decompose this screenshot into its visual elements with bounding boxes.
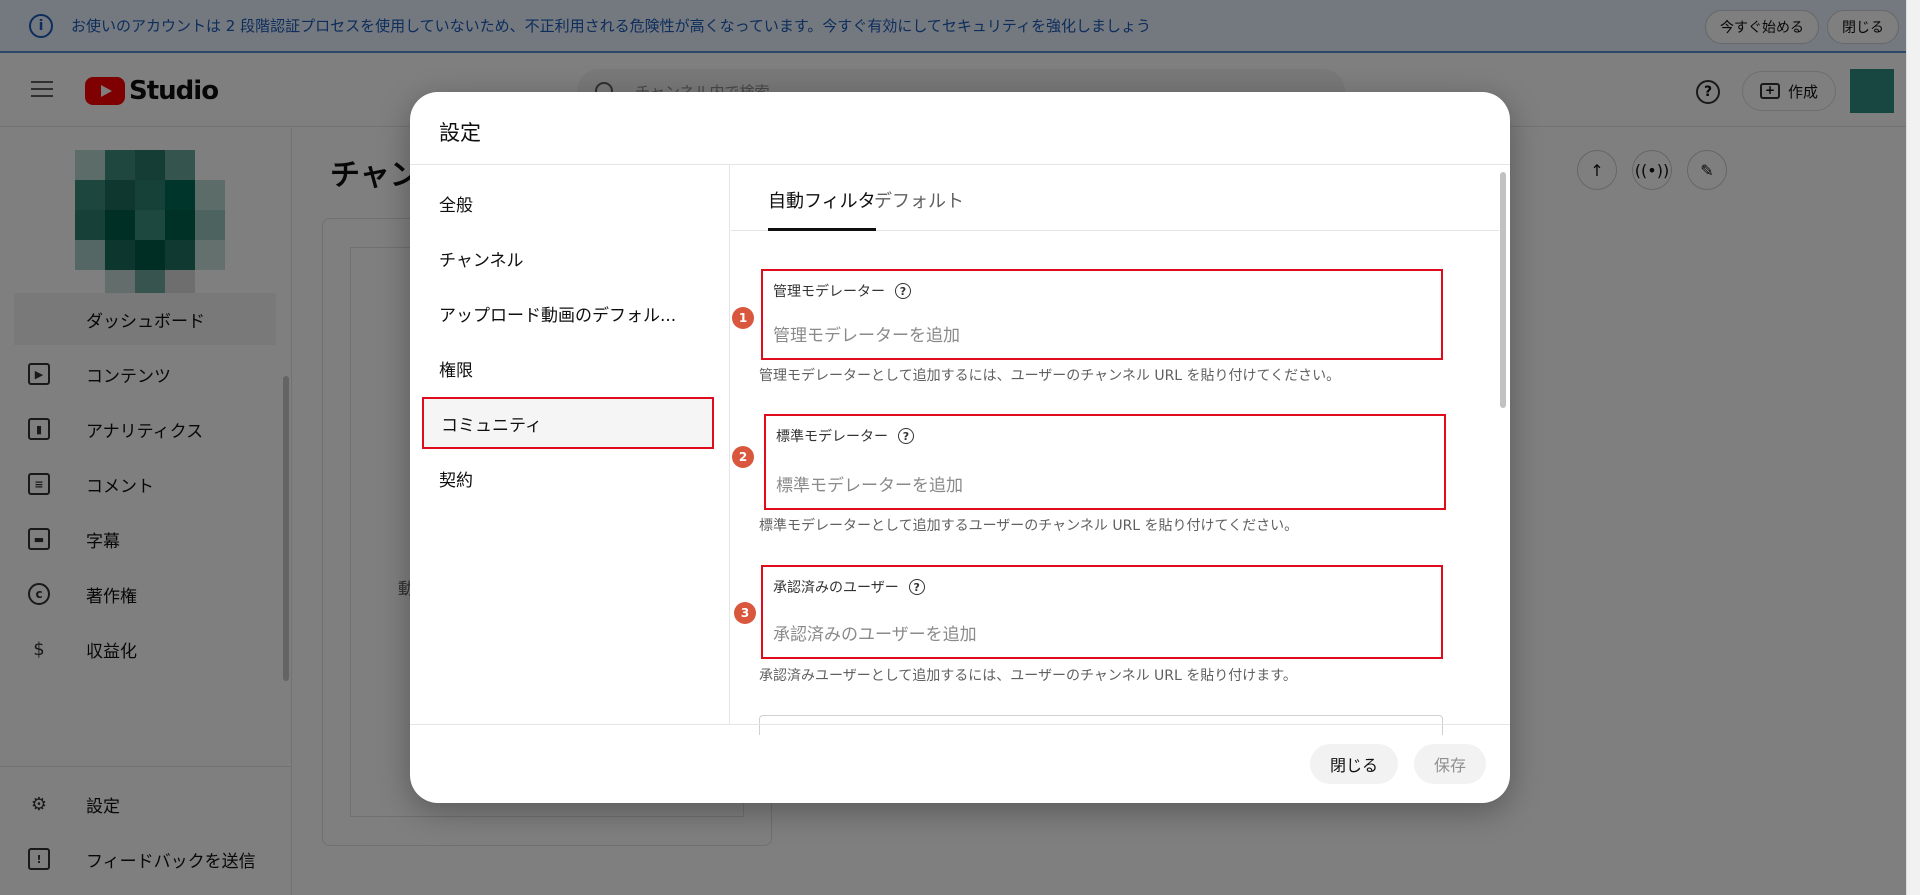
community-tabs: 自動フィルタ デフォルト [731, 165, 1499, 231]
help-icon[interactable]: ? [895, 283, 911, 299]
close-button[interactable]: 閉じる [1310, 744, 1399, 784]
next-field[interactable] [759, 715, 1443, 735]
settings-nav-upload-defaults[interactable]: アップロード動画のデフォル... [422, 287, 714, 339]
dialog-footer-divider [410, 724, 1510, 725]
standard-moderators-input[interactable] [776, 476, 1416, 496]
managing-moderators-hint: 管理モデレーターとして追加するには、ユーザーのチャンネル URL を貼り付けてく… [759, 368, 1341, 384]
dialog-scrollbar[interactable] [1500, 172, 1506, 408]
page-scrollbar[interactable] [1906, 0, 1920, 895]
managing-moderators-label: 管理モデレーター [773, 284, 885, 300]
settings-nav-community[interactable]: コミュニティ [422, 397, 714, 449]
settings-nav-general[interactable]: 全般 [422, 177, 714, 229]
step-badge-2: 2 [732, 446, 754, 468]
tab-defaults[interactable]: デフォルト [874, 187, 964, 231]
standard-moderators-field[interactable]: 標準モデレーター ? [764, 414, 1446, 510]
standard-moderators-label: 標準モデレーター [776, 429, 888, 445]
dialog-title: 設定 [439, 121, 481, 145]
managing-moderators-field[interactable]: 管理モデレーター ? [761, 269, 1443, 360]
approved-users-input[interactable] [773, 625, 1413, 645]
settings-nav: 全般 チャンネル アップロード動画のデフォル... 権限 コミュニティ 契約 [410, 165, 730, 725]
settings-dialog: 設定 全般 チャンネル アップロード動画のデフォル... 権限 コミュニティ 契… [410, 92, 1510, 803]
step-badge-3: 3 [734, 602, 756, 624]
settings-nav-channel[interactable]: チャンネル [422, 232, 714, 284]
approved-users-hint: 承認済みユーザーとして追加するには、ユーザーのチャンネル URL を貼り付けます… [759, 668, 1297, 684]
tab-automated-filters[interactable]: 自動フィルタ [768, 187, 876, 231]
step-badge-1: 1 [732, 307, 754, 329]
settings-nav-agreements[interactable]: 契約 [422, 452, 714, 504]
standard-moderators-hint: 標準モデレーターとして追加するユーザーのチャンネル URL を貼り付けてください… [759, 518, 1299, 534]
approved-users-label: 承認済みのユーザー [773, 580, 899, 596]
help-icon[interactable]: ? [908, 579, 925, 595]
save-button[interactable]: 保存 [1414, 744, 1487, 784]
help-icon[interactable]: ? [898, 428, 914, 444]
approved-users-field[interactable]: 承認済みのユーザー ? [761, 565, 1443, 659]
settings-nav-permissions[interactable]: 権限 [422, 342, 714, 394]
managing-moderators-input[interactable] [773, 326, 1413, 346]
